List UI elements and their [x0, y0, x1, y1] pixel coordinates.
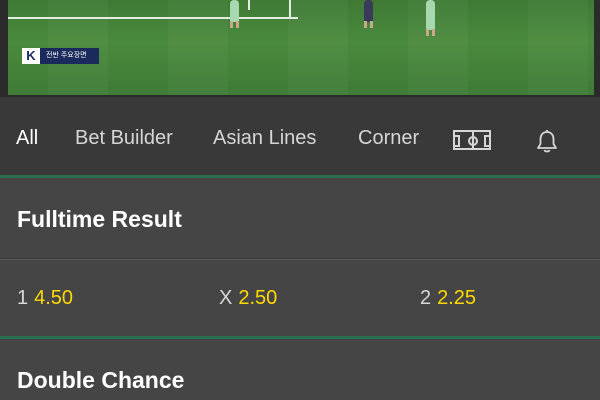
broadcast-overlay: K 전반 주요장면 — [22, 48, 99, 64]
market-title: Fulltime Result — [17, 206, 182, 232]
market-tabs: All Bet Builder Asian Lines Corners — [0, 97, 600, 179]
odd-price: 4.50 — [34, 287, 74, 309]
tab-asian-lines[interactable]: Asian Lines — [213, 127, 316, 150]
odds-row-fulltime-result: 1 4.50 X 2.50 2 2.25 — [0, 260, 600, 336]
odd-home[interactable]: 1 4.50 — [17, 287, 73, 310]
market-header-double-chance[interactable]: Double Chance — [0, 339, 600, 400]
market-title: Double Chance — [17, 367, 185, 393]
tab-corners[interactable]: Corners — [358, 127, 420, 149]
odd-label: 1 — [17, 287, 29, 309]
bell-icon[interactable] — [535, 129, 559, 155]
odd-label: 2 — [420, 287, 432, 309]
odd-price: 2.50 — [238, 287, 278, 309]
broadcast-caption: 전반 주요장면 — [40, 48, 99, 64]
market-header-fulltime-result[interactable]: Fulltime Result — [0, 178, 600, 258]
video-player[interactable]: K 전반 주요장면 — [0, 0, 600, 97]
tab-all[interactable]: All — [16, 127, 38, 150]
broadcaster-logo: K — [22, 48, 40, 64]
tab-bet-builder[interactable]: Bet Builder — [75, 127, 173, 150]
odd-label: X — [219, 287, 233, 309]
tab-corners-clip: Corners — [358, 127, 420, 150]
football-pitch-icon[interactable] — [453, 130, 491, 150]
odd-price: 2.25 — [437, 287, 477, 309]
odd-away[interactable]: 2 2.25 — [420, 287, 476, 310]
odd-draw[interactable]: X 2.50 — [219, 287, 277, 310]
